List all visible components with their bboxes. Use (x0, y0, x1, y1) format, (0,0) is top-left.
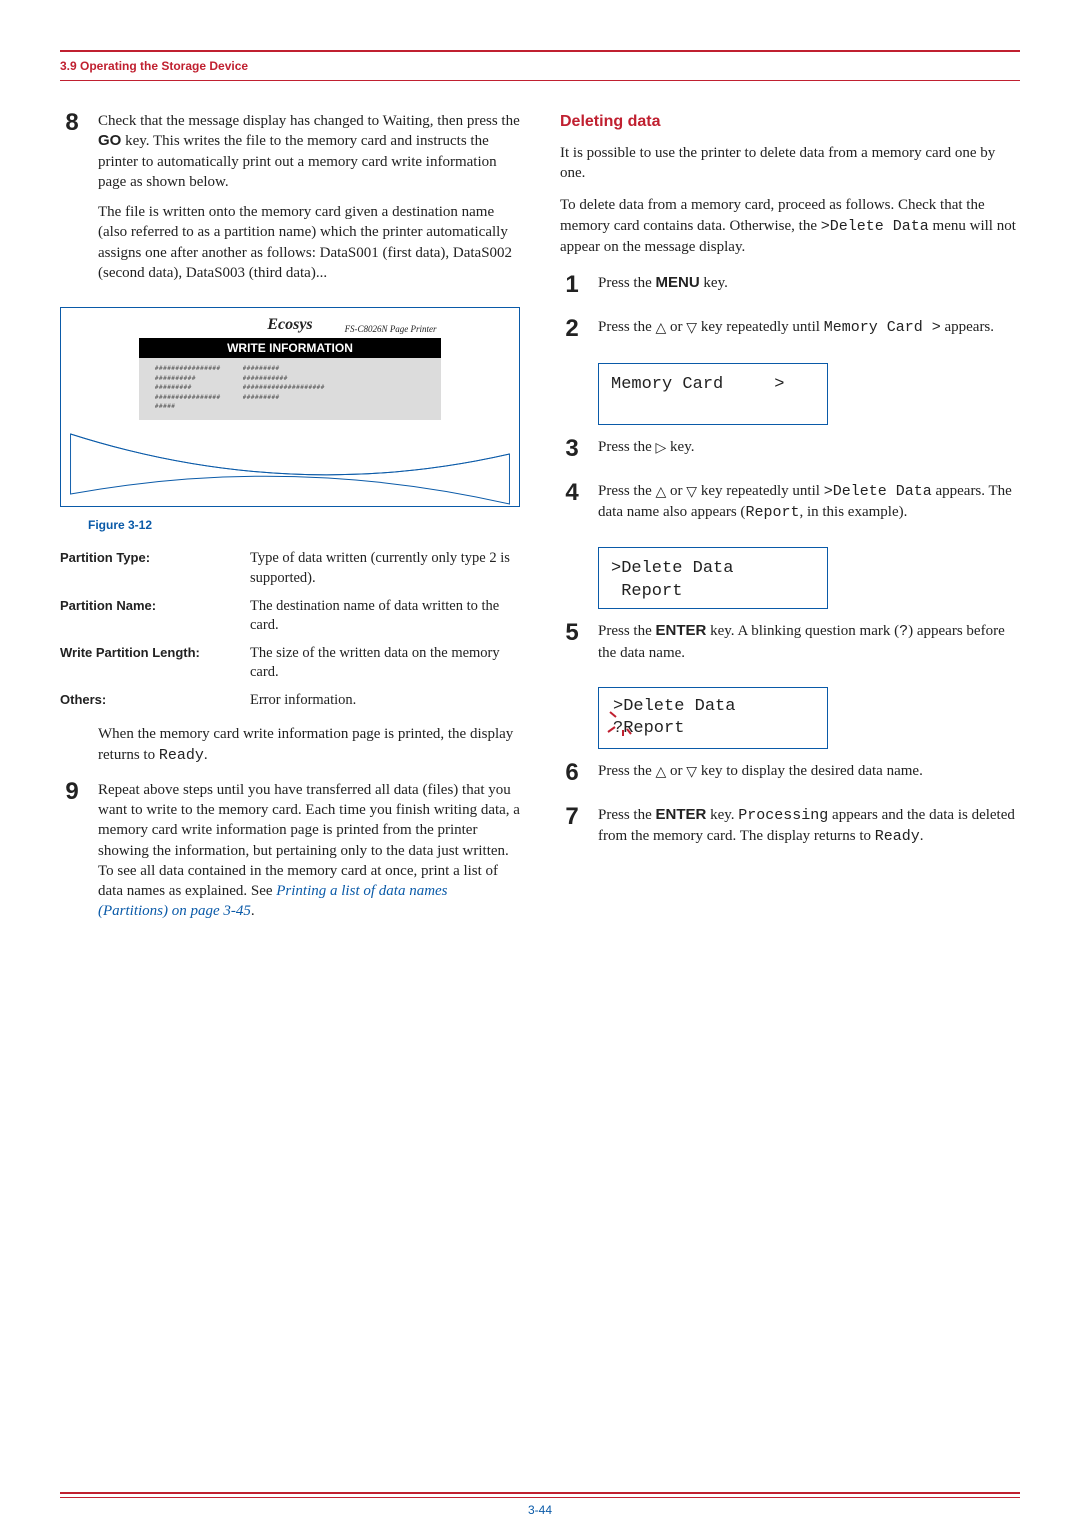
step-body: Press the ENTER key. A blinking question… (598, 621, 1020, 673)
triangle-right-icon: ▷ (656, 438, 667, 457)
triangle-down-icon: ▽ (686, 482, 697, 501)
step-7: 7 Press the ENTER key. Processing appear… (560, 805, 1020, 858)
table-row: Partition Type: Type of data written (cu… (60, 549, 520, 588)
figure-caption: Figure 3-12 (88, 517, 520, 533)
step-number: 2 (560, 317, 584, 348)
step-body: Press the ▷ key. (598, 437, 1020, 467)
step8-para2: The file is written onto the memory card… (98, 202, 520, 283)
lcd-display: >Delete Data Report (598, 547, 828, 609)
step9-para: Repeat above steps until you have transf… (98, 780, 520, 922)
figure-subtitle: FS-C8026N Page Printer (345, 323, 437, 335)
step-number: 1 (560, 273, 584, 303)
step-number: 4 (560, 481, 584, 534)
enter-key: ENTER (656, 806, 707, 823)
figure-data-band: ########################################… (139, 358, 441, 420)
step8-para1: Check that the message display has chang… (98, 111, 520, 192)
after-defs-para: When the memory card write information p… (98, 724, 520, 766)
definition-table: Partition Type: Type of data written (cu… (60, 549, 520, 710)
intro-para-2: To delete data from a memory card, proce… (560, 195, 1020, 257)
triangle-up-icon: △ (656, 482, 667, 501)
intro-para: It is possible to use the printer to del… (560, 143, 1020, 184)
def-value: The destination name of data written to … (250, 597, 520, 636)
step-number: 7 (560, 805, 584, 858)
table-row: Write Partition Length: The size of the … (60, 644, 520, 683)
figure-page-curve (61, 414, 519, 506)
table-row: Partition Name: The destination name of … (60, 597, 520, 636)
right-column: Deleting data It is possible to use the … (560, 111, 1020, 945)
figure-band: WRITE INFORMATION (139, 338, 441, 358)
step-9: 9 Repeat above steps until you have tran… (60, 780, 520, 932)
def-value: The size of the written data on the memo… (250, 644, 520, 683)
step-body: Press the MENU key. (598, 273, 1020, 303)
step-body: Press the △ or ▽ key repeatedly until >D… (598, 481, 1020, 534)
step-2: 2 Press the △ or ▽ key repeatedly until … (560, 317, 1020, 348)
def-value: Type of data written (currently only typ… (250, 549, 520, 588)
step-5: 5 Press the ENTER key. A blinking questi… (560, 621, 1020, 673)
step-4: 4 Press the △ or ▽ key repeatedly until … (560, 481, 1020, 534)
step-3: 3 Press the ▷ key. (560, 437, 1020, 467)
heading-deleting-data: Deleting data (560, 111, 1020, 133)
figure-hash-pattern: ########################################… (155, 364, 425, 412)
def-value: Error information. (250, 691, 520, 711)
figure-top: Ecosys FS-C8026N Page Printer WRITE INFO… (61, 308, 519, 412)
triangle-down-icon: ▽ (686, 318, 697, 337)
go-key: GO (98, 132, 121, 149)
def-label: Others: (60, 691, 240, 711)
content-columns: 8 Check that the message display has cha… (60, 111, 1020, 945)
step-number: 5 (560, 621, 584, 673)
step-body: Press the ENTER key. Processing appears … (598, 805, 1020, 858)
step-body: Press the △ or ▽ key repeatedly until Me… (598, 317, 1020, 348)
lcd-display: Memory Card > (598, 363, 828, 425)
blink-indicator-icon (605, 704, 633, 738)
triangle-up-icon: △ (656, 318, 667, 337)
footer-rule (60, 1492, 1020, 1498)
step-body: Check that the message display has chang… (98, 111, 520, 293)
figure-3-12: Ecosys FS-C8026N Page Printer WRITE INFO… (60, 307, 520, 507)
table-row: Others: Error information. (60, 691, 520, 711)
def-label: Partition Type: (60, 549, 240, 588)
step-number: 8 (60, 111, 84, 293)
step-number: 3 (560, 437, 584, 467)
triangle-down-icon: ▽ (686, 762, 697, 781)
menu-key: MENU (656, 274, 700, 291)
step-number: 9 (60, 780, 84, 932)
enter-key: ENTER (656, 622, 707, 639)
lcd-display-blinking: >Delete Data ?Report (598, 687, 828, 749)
section-title: 3.9 Operating the Storage Device (60, 59, 248, 73)
def-label: Write Partition Length: (60, 644, 240, 683)
step-8: 8 Check that the message display has cha… (60, 111, 520, 293)
def-label: Partition Name: (60, 597, 240, 636)
step-1: 1 Press the MENU key. (560, 273, 1020, 303)
step-number: 6 (560, 761, 584, 791)
section-header: 3.9 Operating the Storage Device (60, 50, 1020, 81)
left-column: 8 Check that the message display has cha… (60, 111, 520, 945)
step-body: Repeat above steps until you have transf… (98, 780, 520, 932)
ecosys-logo: Ecosys (61, 314, 519, 336)
page-number: 3-44 (0, 1502, 1080, 1518)
